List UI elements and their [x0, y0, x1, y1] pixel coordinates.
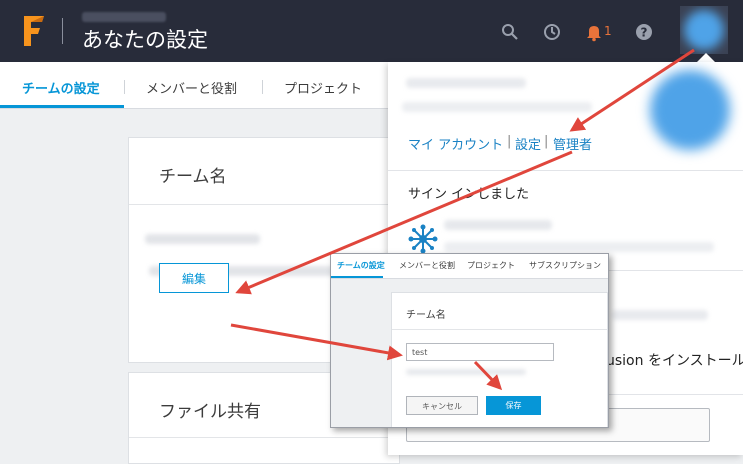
hub-icon [408, 224, 438, 254]
user-avatar [650, 70, 730, 150]
notification-count: 1 [604, 24, 612, 38]
blurred-hub-detail [444, 242, 714, 252]
inset-tabs: チームの設定 メンバーと役割 プロジェクト サブスクリプション [331, 254, 608, 279]
cancel-button[interactable]: キャンセル [406, 396, 478, 415]
history-icon[interactable] [542, 22, 562, 42]
blurred-install-title [612, 310, 708, 320]
dropdown-divider [388, 170, 743, 171]
install-text: usion をインストール [606, 353, 743, 369]
bell-icon[interactable] [584, 22, 604, 42]
fusion-logo-icon [24, 16, 44, 46]
tab-projects[interactable]: プロジェクト [284, 78, 362, 97]
card-title: チーム名 [159, 167, 227, 187]
search-icon[interactable] [500, 22, 520, 42]
tab-separator [124, 80, 125, 94]
help-icon[interactable]: ? [634, 22, 654, 42]
blurred-user-email [402, 102, 592, 112]
inset-card-divider [392, 329, 607, 330]
blurred-account-name [82, 12, 166, 22]
settings-link[interactable]: 設定 [515, 134, 541, 153]
team-name-input[interactable]: test [406, 343, 554, 361]
logo-divider [62, 18, 63, 44]
dropdown-caret [697, 53, 715, 62]
blurred-hint-text [406, 369, 526, 375]
blurred-hub-name [444, 220, 552, 230]
active-tab-indicator [0, 105, 124, 108]
signed-in-label: サイン インしました [408, 187, 530, 202]
blurred-team-name [145, 234, 260, 244]
inset-tab-members-roles[interactable]: メンバーと役割 [399, 260, 455, 271]
inset-screenshot: チームの設定 メンバーと役割 プロジェクト サブスクリプション チーム名 tes… [330, 253, 609, 428]
inset-card-title: チーム名 [406, 310, 446, 321]
edit-button[interactable]: 編集 [159, 263, 229, 293]
card-divider [129, 204, 399, 205]
svg-text:?: ? [641, 26, 648, 40]
blurred-user-name [406, 78, 526, 88]
inset-team-name-card: チーム名 test キャンセル 保存 [391, 292, 608, 427]
inset-tab-projects[interactable]: プロジェクト [467, 260, 515, 271]
inset-active-tab-indicator [331, 276, 383, 278]
tab-separator [262, 80, 263, 94]
top-header: あなたの設定 1 ? [0, 0, 743, 62]
card-divider [129, 437, 399, 438]
inset-tab-subscriptions[interactable]: サブスクリプション [529, 260, 601, 271]
link-separator: | [507, 134, 512, 149]
admin-link[interactable]: 管理者 [553, 134, 592, 153]
my-account-link[interactable]: マイ アカウント [408, 134, 503, 153]
tab-members-roles[interactable]: メンバーと役割 [146, 78, 237, 97]
link-separator: | [544, 134, 549, 149]
inset-tab-team-settings[interactable]: チームの設定 [337, 260, 385, 271]
user-avatar-button[interactable] [680, 6, 728, 54]
card-title: ファイル共有 [159, 402, 261, 422]
save-button[interactable]: 保存 [486, 396, 541, 415]
page-title: あなたの設定 [82, 28, 208, 52]
tab-team-settings[interactable]: チームの設定 [22, 78, 100, 97]
